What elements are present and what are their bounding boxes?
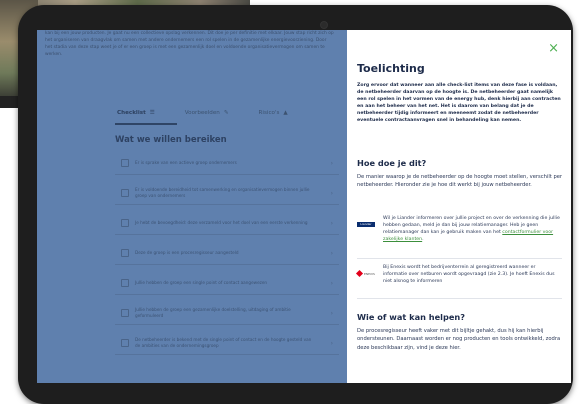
enexis-logo-text: ENEXIS: [364, 271, 375, 276]
list-item[interactable]: Je hebt de bevoegdheid: deze verzameld v…: [115, 212, 339, 235]
divider: [357, 298, 562, 299]
checkbox[interactable]: [121, 309, 129, 317]
goal-text: Er is sprake van een actieve groep onder…: [135, 160, 237, 165]
checkbox[interactable]: [121, 249, 129, 257]
intro-text: kan bij een jouw producten. Je gaat nu e…: [45, 31, 334, 57]
liander-text: Wil je Liander informeren over jullie pr…: [383, 215, 561, 243]
goal-text: Er is voldoende bereidheid tot samenwerk…: [135, 187, 310, 198]
list-item[interactable]: Er is sprake van een actieve groep onder…: [115, 152, 339, 175]
pencil-icon: ✎: [223, 110, 229, 116]
help-text: De procesregisseur heeft vaker met dit b…: [357, 328, 561, 351]
tab-risicos[interactable]: Risico's ▲: [259, 110, 288, 116]
operator-liander: Liander Wil je Liander informeren over j…: [357, 215, 562, 243]
goal-text: Je hebt de bevoegdheid: deze verzameld v…: [135, 220, 308, 225]
how-heading: Hoe doe je dit?: [357, 158, 427, 168]
enexis-logo-mark: ENEXIS: [355, 269, 377, 278]
chevron-right-icon: ›: [330, 189, 333, 197]
chevron-right-icon: ›: [330, 339, 333, 347]
explanation-panel: × Toelichting Zorg ervoor dat wanneer aa…: [347, 30, 571, 383]
chevron-right-icon: ›: [330, 309, 333, 317]
divider: [357, 258, 562, 259]
panel-title: Toelichting: [357, 62, 425, 75]
tab-risicos-label: Risico's: [258, 110, 280, 116]
goal-text: Jullie hebben de groep een gezamenlijke …: [135, 307, 291, 318]
enexis-diamond-icon: [355, 269, 364, 278]
tablet-screen: kan bij een jouw producten. Je gaat nu e…: [37, 30, 571, 383]
list-item[interactable]: Er is voldoende bereidheid tot samenwerk…: [115, 182, 339, 205]
list-item[interactable]: Jullie hebben de groep een gezamenlijke …: [115, 302, 339, 325]
close-icon[interactable]: ×: [548, 42, 559, 55]
list-item[interactable]: De netbeheerder is bekend met de single …: [115, 332, 339, 355]
chevron-right-icon: ›: [330, 279, 333, 287]
operator-enexis: ENEXIS Bij Enexis wordt het bedrijventer…: [355, 264, 562, 285]
tab-checklist[interactable]: Checklist ☰: [117, 110, 155, 116]
chevron-right-icon: ›: [330, 219, 333, 227]
panel-intro: Zorg ervoor dat wanneer aan alle check-l…: [357, 83, 561, 123]
tab-bar: Checklist ☰ Voorbeelden ✎ Risico's ▲: [117, 110, 288, 116]
active-tab-indicator: [115, 123, 177, 125]
goal-text: Deze de groep is een procesregisseur aan…: [135, 250, 239, 255]
how-text: De manier waarop je de netbeheerder op d…: [357, 174, 563, 189]
liander-logo-mark: Liander: [357, 222, 375, 227]
list-item[interactable]: Jullie hebben de groep een single point …: [115, 272, 339, 295]
warning-icon: ▲: [283, 110, 288, 116]
enexis-text: Bij Enexis wordt het bedrijventerrein al…: [383, 265, 555, 284]
enexis-logo: ENEXIS: [355, 269, 377, 285]
checkbox[interactable]: [121, 159, 129, 167]
checkbox[interactable]: [121, 219, 129, 227]
camera-icon: [320, 21, 328, 29]
liander-text-after: .: [422, 237, 424, 242]
chevron-right-icon: ›: [330, 159, 333, 167]
checkbox[interactable]: [121, 279, 129, 287]
checkbox[interactable]: [121, 339, 129, 347]
section-title: Wat we willen bereiken: [115, 135, 227, 145]
tab-voorbeelden-label: Voorbeelden: [184, 110, 220, 116]
tab-checklist-label: Checklist: [117, 110, 146, 116]
liander-logo: Liander: [357, 222, 377, 243]
tab-voorbeelden[interactable]: Voorbeelden ✎: [185, 110, 229, 116]
checkbox[interactable]: [121, 189, 129, 197]
goal-list: Er is sprake van een actieve groep onder…: [115, 152, 339, 362]
chevron-right-icon: ›: [330, 249, 333, 257]
list-icon: ☰: [149, 110, 155, 116]
help-heading: Wie of wat kan helpen?: [357, 312, 465, 322]
list-item[interactable]: Deze de groep is een procesregisseur aan…: [115, 242, 339, 265]
goal-text: De netbeheerder is bekend met de single …: [135, 337, 312, 348]
goal-text: Jullie hebben de groep een single point …: [135, 280, 268, 285]
